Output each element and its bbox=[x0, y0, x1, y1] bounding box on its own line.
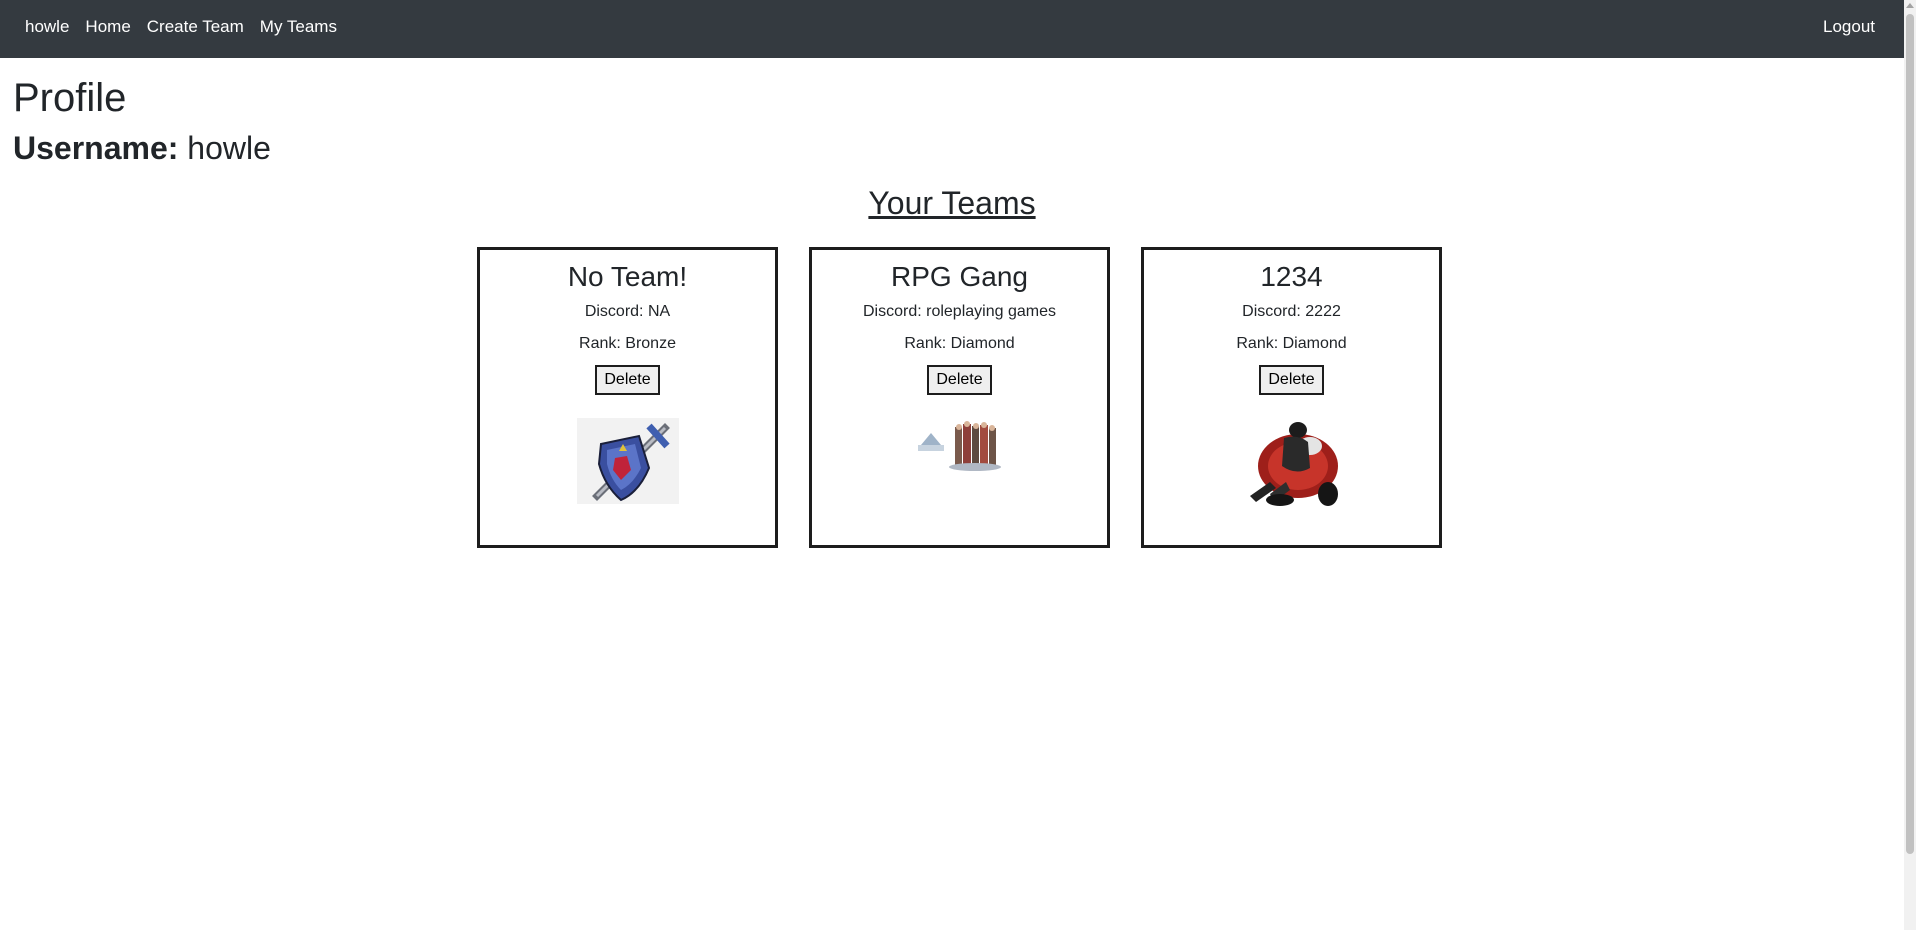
team-card: No Team! Discord: NA Rank: Bronze Delete bbox=[477, 247, 778, 548]
team-name: 1234 bbox=[1260, 261, 1323, 292]
delete-team-button[interactable]: Delete bbox=[595, 365, 660, 395]
team-name: No Team! bbox=[567, 261, 688, 292]
team-discord: Discord: roleplaying games bbox=[863, 303, 1056, 320]
nav-right-group: Logout bbox=[1823, 17, 1875, 37]
team-rank: Rank: Diamond bbox=[1236, 335, 1347, 352]
rpg-party-image bbox=[914, 419, 1005, 473]
your-teams-heading: Your Teams bbox=[868, 185, 1036, 221]
team-rank: Rank: Bronze bbox=[579, 335, 676, 352]
username-value: howle bbox=[187, 130, 271, 166]
team-card: 1234 Discord: 2222 Rank: Diamond Delete bbox=[1141, 247, 1442, 548]
nav-brand-link[interactable]: howle bbox=[25, 17, 69, 37]
scroll-up-arrow-icon[interactable] bbox=[1906, 3, 1914, 8]
team-rank: Rank: Diamond bbox=[904, 335, 1015, 352]
scrollbar-thumb[interactable] bbox=[1906, 14, 1914, 854]
vertical-scrollbar[interactable] bbox=[1904, 0, 1916, 930]
page-title: Profile bbox=[13, 76, 127, 120]
delete-team-button[interactable]: Delete bbox=[927, 365, 992, 395]
team-discord: Discord: NA bbox=[584, 303, 671, 320]
navbar: howle Home Create Team My Teams Logout bbox=[0, 0, 1904, 58]
shield-sword-icon bbox=[576, 418, 679, 504]
nav-left-group: howle Home Create Team My Teams bbox=[25, 17, 337, 37]
team-card: RPG Gang Discord: roleplaying games Rank… bbox=[809, 247, 1110, 548]
delete-team-button[interactable]: Delete bbox=[1259, 365, 1324, 395]
nav-create-team-link[interactable]: Create Team bbox=[147, 17, 244, 37]
username-label: Username: bbox=[13, 130, 179, 166]
nav-logout-link[interactable]: Logout bbox=[1823, 17, 1875, 36]
username-line: Username: howle bbox=[13, 128, 271, 168]
red-motorcycle-rider-image bbox=[1239, 416, 1344, 510]
nav-my-teams-link[interactable]: My Teams bbox=[260, 17, 337, 37]
nav-home-link[interactable]: Home bbox=[85, 17, 130, 37]
team-name: RPG Gang bbox=[891, 261, 1028, 292]
team-discord: Discord: 2222 bbox=[1242, 303, 1341, 320]
